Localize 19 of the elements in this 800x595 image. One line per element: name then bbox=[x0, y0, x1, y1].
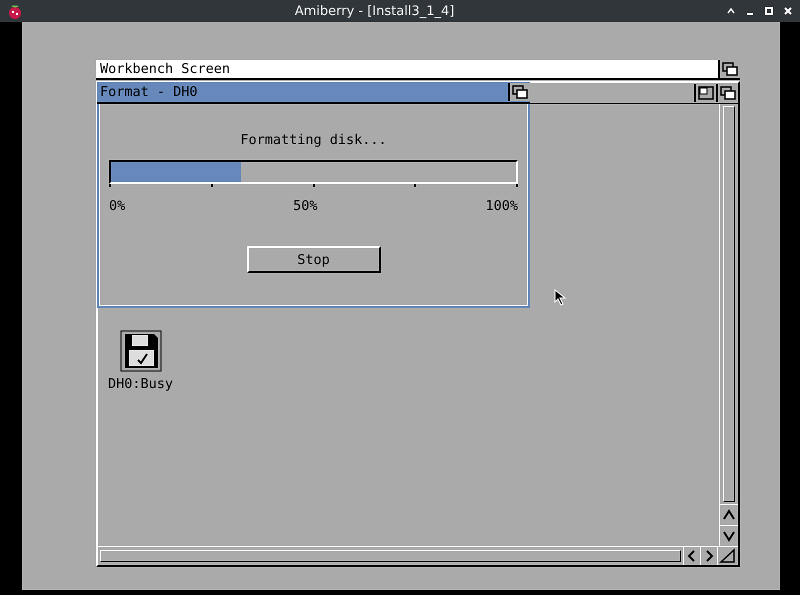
scale-label: 0% bbox=[109, 198, 126, 214]
depth-gadget-icon[interactable] bbox=[508, 83, 530, 101]
window-title: Amiberry - [Install3_1_4] bbox=[294, 4, 456, 18]
dialog-title: Format - DH0 bbox=[99, 84, 198, 100]
screen-title: Workbench Screen bbox=[99, 61, 230, 77]
scale-label: 100% bbox=[485, 198, 518, 214]
stop-button[interactable]: Stop bbox=[246, 246, 380, 273]
scrollbar-track[interactable] bbox=[100, 550, 681, 562]
zoom-gadget-icon[interactable] bbox=[694, 84, 716, 102]
depth-gadget-icon[interactable] bbox=[716, 84, 738, 102]
status-message: Formatting disk... bbox=[239, 132, 388, 150]
depth-gadget-icon[interactable] bbox=[718, 60, 740, 78]
resize-gadget-icon[interactable] bbox=[717, 547, 738, 565]
close-icon[interactable] bbox=[782, 5, 794, 17]
scale-label: 50% bbox=[293, 198, 318, 214]
icon-label[interactable]: DH0:Busy bbox=[108, 376, 174, 392]
scrollbar-track[interactable] bbox=[723, 106, 735, 502]
maximize-icon[interactable] bbox=[763, 5, 775, 17]
mouse-pointer-icon[interactable] bbox=[554, 289, 568, 307]
